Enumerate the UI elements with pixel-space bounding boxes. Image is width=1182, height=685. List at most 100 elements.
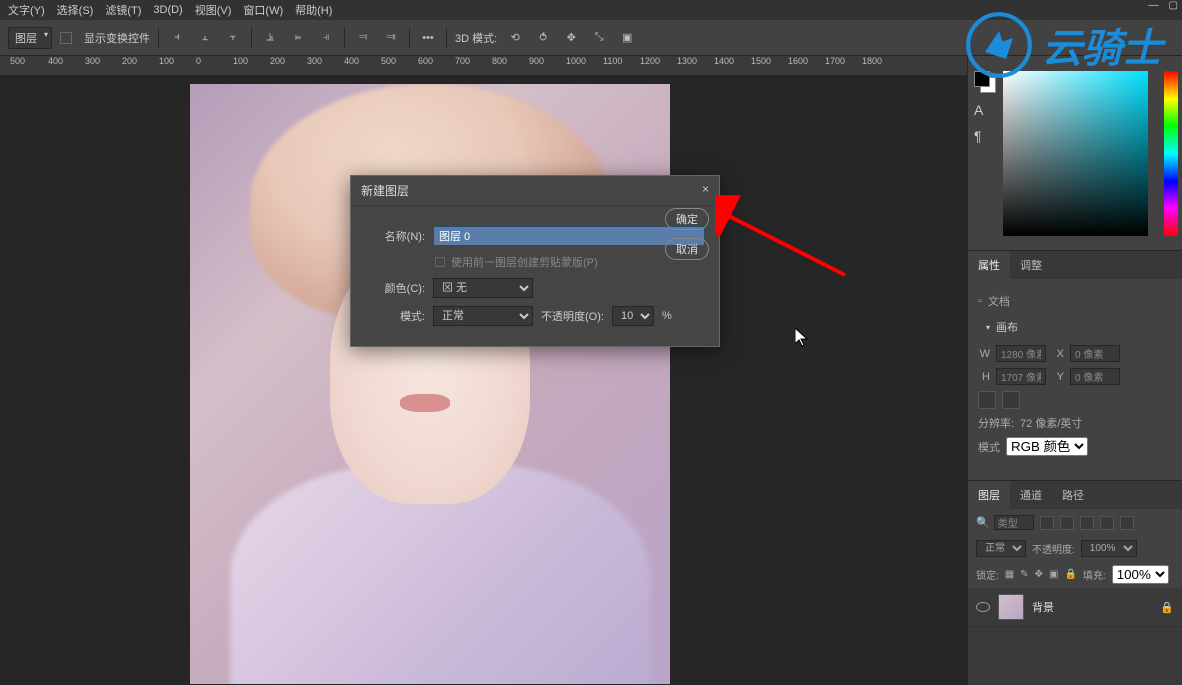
more-icon[interactable]: •••: [418, 28, 438, 48]
name-label: 名称(N):: [365, 228, 425, 244]
hue-slider[interactable]: [1164, 71, 1178, 236]
menu-item[interactable]: 3D(D): [153, 4, 182, 16]
tab-layers[interactable]: 图层: [968, 481, 1010, 509]
canvas-section-header[interactable]: 画布: [978, 315, 1172, 339]
lock-transparency-icon[interactable]: ▦: [1005, 569, 1014, 580]
lock-label: 锁定:: [976, 567, 999, 582]
show-transform-checkbox[interactable]: [60, 32, 72, 44]
x-input[interactable]: [1070, 345, 1120, 362]
filter-shape-icon[interactable]: [1100, 516, 1114, 530]
layer-thumbnail[interactable]: [998, 594, 1024, 620]
color-mode-label: 模式: [978, 439, 1000, 455]
ruler-tick: 1700: [825, 56, 845, 66]
close-icon[interactable]: ×: [702, 182, 709, 199]
window-controls: — ▢: [1149, 0, 1178, 11]
orbit-3d-icon[interactable]: ⟲: [505, 28, 525, 48]
mode-3d-label: 3D 模式:: [455, 30, 497, 46]
ruler-tick: 100: [233, 56, 248, 66]
blend-mode-dropdown[interactable]: 正常: [433, 306, 533, 326]
tab-properties[interactable]: 属性: [968, 251, 1010, 279]
height-input[interactable]: [996, 368, 1046, 385]
foreground-swatch[interactable]: [974, 71, 990, 87]
align-top-icon[interactable]: ⫡: [260, 28, 280, 48]
orientation-portrait-icon[interactable]: [978, 391, 996, 409]
opacity-label: 不透明度:: [1032, 541, 1075, 556]
maximize-icon[interactable]: ▢: [1169, 0, 1178, 11]
layers-panel: 图层 通道 路径 🔍 正常 不透明度: 100% 锁定: ▦ ✎ ✥ ▣: [968, 481, 1182, 685]
lock-all-icon[interactable]: 🔒: [1064, 569, 1076, 580]
separator: [409, 28, 410, 48]
width-input[interactable]: [996, 345, 1046, 362]
filter-type-icon[interactable]: [1080, 516, 1094, 530]
layer-row[interactable]: 背景 🔒: [968, 588, 1182, 627]
layer-opacity-dropdown[interactable]: 100%: [1081, 540, 1137, 557]
tab-adjustments[interactable]: 调整: [1010, 251, 1052, 279]
layers-list: 背景 🔒: [968, 588, 1182, 685]
color-field[interactable]: [1003, 71, 1148, 236]
resolution-value: 72 像素/英寸: [1020, 415, 1082, 431]
lock-icon[interactable]: 🔒: [1160, 601, 1174, 614]
mode-label: 模式:: [365, 308, 425, 324]
fg-bg-swatches[interactable]: [974, 71, 996, 93]
color-panel: A ¶: [968, 56, 1182, 251]
layer-select-dropdown[interactable]: 图层: [8, 27, 52, 49]
ruler-tick: 1100: [603, 56, 622, 66]
pan-3d-icon[interactable]: ✥: [561, 28, 581, 48]
filter-type-dropdown[interactable]: [994, 515, 1034, 530]
lock-artboard-icon[interactable]: ▣: [1049, 569, 1058, 580]
align-center-h-icon[interactable]: ⫠: [195, 28, 215, 48]
fill-dropdown[interactable]: 100%: [1112, 565, 1169, 584]
ruler-tick: 500: [381, 56, 396, 66]
canvas-area[interactable]: [0, 76, 967, 685]
ruler-tick: 800: [492, 56, 507, 66]
camera-3d-icon[interactable]: ▣: [617, 28, 637, 48]
color-mode-dropdown[interactable]: RGB 颜色: [1006, 437, 1088, 456]
ok-button[interactable]: 确定: [665, 208, 709, 230]
cancel-button[interactable]: 取消: [665, 238, 709, 260]
ruler-tick: 700: [455, 56, 470, 66]
menu-bar: 文字(Y) 选择(S) 滤镜(T) 3D(D) 视图(V) 窗口(W) 帮助(H…: [0, 0, 1182, 20]
tab-paths[interactable]: 路径: [1052, 481, 1094, 509]
visibility-eye-icon[interactable]: [976, 602, 990, 612]
lock-pixels-icon[interactable]: ✎: [1020, 569, 1028, 580]
doc-label: 文档: [988, 293, 1010, 309]
y-input[interactable]: [1070, 368, 1120, 385]
separator: [158, 28, 159, 48]
ruler-tick: 1200: [640, 56, 660, 66]
layer-name[interactable]: 背景: [1032, 599, 1054, 615]
align-bottom-icon[interactable]: ⫣: [316, 28, 336, 48]
menu-item[interactable]: 窗口(W): [243, 2, 283, 18]
orientation-landscape-icon[interactable]: [1002, 391, 1020, 409]
filter-adjust-icon[interactable]: [1060, 516, 1074, 530]
filter-smart-icon[interactable]: [1120, 516, 1134, 530]
menu-item[interactable]: 文字(Y): [8, 2, 45, 18]
roll-3d-icon[interactable]: ⥀: [533, 28, 553, 48]
slide-3d-icon[interactable]: ⤡: [589, 28, 609, 48]
menu-item[interactable]: 滤镜(T): [105, 2, 141, 18]
color-dropdown[interactable]: ⊠ 无: [433, 278, 533, 298]
ruler-tick: 0: [196, 56, 201, 66]
dialog-titlebar[interactable]: 新建图层 ×: [351, 176, 719, 206]
menu-item[interactable]: 视图(V): [195, 2, 232, 18]
align-right-icon[interactable]: ⫟: [223, 28, 243, 48]
portrait-painting: [190, 84, 670, 684]
blend-mode-dropdown[interactable]: 正常: [976, 540, 1026, 557]
tab-channels[interactable]: 通道: [1010, 481, 1052, 509]
align-center-v-icon[interactable]: ⫢: [288, 28, 308, 48]
ruler-tick: 900: [529, 56, 544, 66]
filter-pixel-icon[interactable]: [1040, 516, 1054, 530]
ruler-tick: 100: [159, 56, 174, 66]
menu-item[interactable]: 选择(S): [57, 2, 94, 18]
lock-position-icon[interactable]: ✥: [1035, 569, 1043, 580]
canvas-image[interactable]: [190, 84, 670, 684]
type-tool-icon[interactable]: A: [974, 102, 983, 118]
paragraph-icon[interactable]: ¶: [974, 128, 983, 144]
menu-item[interactable]: 帮助(H): [295, 2, 332, 18]
distribute-v-icon[interactable]: ⫥: [381, 28, 401, 48]
opacity-dropdown[interactable]: 100: [612, 306, 654, 326]
resolution-label: 分辨率:: [978, 415, 1014, 431]
layer-filter[interactable]: 🔍: [976, 515, 1034, 530]
minimize-icon[interactable]: —: [1149, 0, 1159, 11]
align-left-icon[interactable]: ⫞: [167, 28, 187, 48]
distribute-h-icon[interactable]: ⫤: [353, 28, 373, 48]
